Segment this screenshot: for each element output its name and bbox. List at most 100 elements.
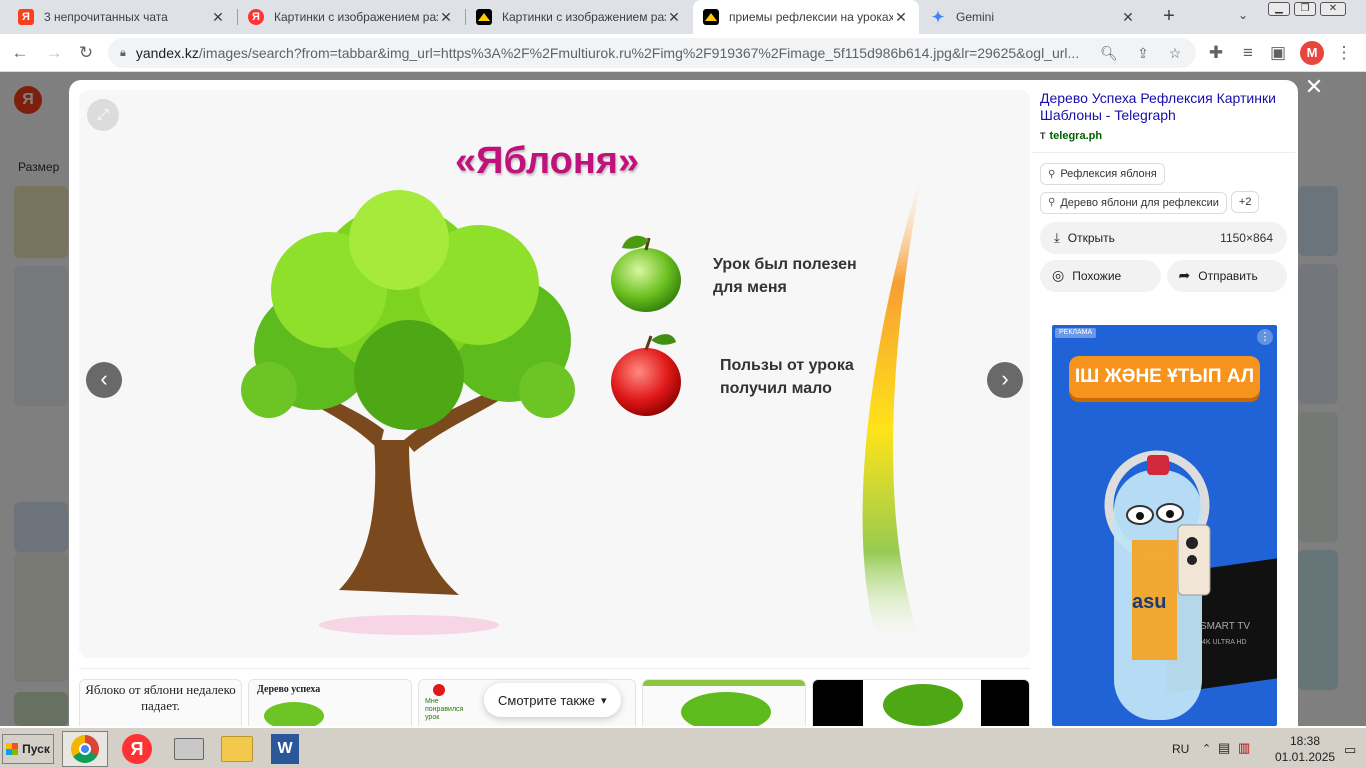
see-also-label: Смотрите также — [498, 692, 596, 708]
slide-title: «Яблоня» — [455, 140, 640, 182]
source-domain[interactable]: Ttelegra.ph — [1040, 130, 1287, 142]
query-chip-label: Дерево яблони для рефлексии — [1060, 196, 1219, 209]
close-window-button[interactable]: ✕ — [1320, 2, 1346, 16]
source-domain-label: telegra.ph — [1049, 130, 1103, 142]
clipboard-icon[interactable]: ▤ — [1218, 740, 1230, 756]
images-icon — [703, 9, 719, 25]
shadow-shape — [319, 615, 499, 635]
site-info-icon[interactable]: 🔒︎ — [120, 47, 126, 60]
close-tab-icon[interactable]: ✕ — [1120, 9, 1136, 26]
tree-thumbnail-shape — [883, 684, 963, 726]
thumbnail[interactable]: Дерево успеха — [248, 679, 412, 726]
share-button[interactable]: ➦ Отправить — [1166, 259, 1287, 292]
open-label: Открыть — [1067, 230, 1115, 245]
taskbar-yandex[interactable]: Я — [114, 731, 160, 767]
taskbar-chrome[interactable] — [62, 731, 108, 767]
chrome-icon — [71, 735, 99, 763]
telegraph-icon: T — [1040, 131, 1046, 141]
gemini-icon: ✦ — [931, 9, 945, 26]
more-chips-button[interactable]: +2 — [1230, 191, 1260, 213]
tab-yandex-images-2[interactable]: Картинки с изображением разл ✕ — [466, 0, 692, 34]
tab-reflection-active[interactable]: приемы рефлексии на уроках в ✕ — [693, 0, 919, 34]
similar-label: Похожие — [1072, 268, 1122, 283]
tab-title: Картинки с изображением разл — [502, 10, 666, 24]
previous-image-button[interactable]: ‹ — [86, 362, 122, 398]
close-viewer-button[interactable]: ✕ — [1303, 76, 1325, 98]
see-also-button[interactable]: Смотрите также ▾ — [484, 683, 621, 717]
clock-time[interactable]: 18:38 — [1290, 734, 1320, 748]
restore-window-button[interactable]: ❐ — [1294, 2, 1316, 16]
new-tab-button[interactable]: + — [1158, 5, 1180, 27]
tray-expand-icon[interactable]: ⌃ — [1202, 742, 1211, 755]
close-tab-icon[interactable]: ✕ — [893, 9, 909, 26]
bookmark-star-icon[interactable]: ☆ — [1164, 41, 1186, 65]
search-icon: ⚲ — [1048, 168, 1056, 180]
download-icon: ⤓ — [1054, 229, 1060, 245]
tab-gemini[interactable]: ✦ Gemini ✕ — [920, 0, 1146, 34]
close-tab-icon[interactable]: ✕ — [438, 9, 454, 26]
close-tab-icon[interactable]: ✕ — [666, 9, 682, 26]
image-info-panel: Дерево Успеха Рефлексия Картинки Шаблоны… — [1032, 90, 1295, 292]
system-tray: RU ⌃ ▤ ▥ 18:38 01.01.2025 ▭ — [1166, 732, 1364, 766]
yandex-browser-icon: Я — [122, 734, 152, 764]
show-desktop-icon[interactable]: ▭ — [1344, 742, 1356, 758]
network-icon[interactable]: ▥ — [1238, 740, 1250, 756]
search-lens-icon[interactable]: 🔍︎ — [1098, 41, 1120, 65]
image-viewer-modal: «Яблоня» Урок был полезен для меня Польз… — [69, 80, 1298, 726]
chevron-down-icon: ▾ — [601, 694, 607, 707]
camera-search-icon: ◎ — [1052, 267, 1065, 283]
query-chip[interactable]: ⚲ Рефлексия яблоня — [1040, 163, 1165, 185]
image-preview: «Яблоня» Урок был полезен для меня Польз… — [79, 90, 1030, 658]
similar-images-button[interactable]: ◎ Похожие — [1040, 259, 1161, 292]
share-icon[interactable]: ⇪ — [1132, 41, 1154, 65]
yandex-messenger-icon: Я — [18, 9, 34, 25]
thumbnail-strip — [643, 680, 805, 686]
share-label: Отправить — [1198, 268, 1258, 283]
taskbar-explorer[interactable] — [214, 731, 260, 767]
thumbnail[interactable]: Яблоко от яблони недалеко падает. — [79, 679, 242, 726]
profile-avatar[interactable]: M — [1300, 41, 1324, 65]
green-apple-label: Урок был полезен для меня — [713, 256, 857, 296]
clock-date[interactable]: 01.01.2025 — [1275, 750, 1335, 764]
related-query-chips: ⚲ Рефлексия яблоня ⚲ Дерево яблони для реф… — [1040, 163, 1287, 220]
thumbnail[interactable] — [812, 679, 1030, 726]
image-size: 1150×864 — [1220, 230, 1273, 245]
word-icon: W — [271, 734, 299, 764]
start-button[interactable]: Пуск — [2, 734, 54, 764]
language-indicator[interactable]: RU — [1172, 742, 1189, 756]
thumbnail[interactable] — [642, 679, 806, 726]
tab-yandex-images-1[interactable]: Я Картинки с изображением разл ✕ — [238, 0, 464, 34]
chrome-menu-icon[interactable]: ⋮ — [1332, 41, 1356, 65]
taskbar-word[interactable]: W — [262, 731, 308, 767]
minimize-window-button[interactable]: ▁ — [1268, 2, 1290, 16]
extensions-icon[interactable]: ✚ — [1204, 41, 1228, 65]
divider — [1032, 152, 1295, 153]
fullscreen-icon[interactable]: ⤢ — [87, 99, 119, 131]
tab-messenger[interactable]: Я 3 непрочитанных чата ✕ — [8, 0, 236, 34]
side-panel-icon[interactable]: ▣ — [1266, 41, 1290, 65]
open-image-button[interactable]: ⤓ Открыть 1150×864 — [1040, 221, 1287, 254]
tab-search-chevron-icon[interactable]: ⌄ — [1238, 8, 1248, 22]
ad-tv-text: SMART TV — [1200, 621, 1251, 632]
reload-button[interactable]: ↻ — [74, 41, 98, 65]
ad-artwork — [1104, 450, 1277, 720]
tab-title: Gemini — [956, 10, 995, 24]
close-tab-icon[interactable]: ✕ — [210, 9, 226, 26]
next-image-button[interactable]: › — [987, 362, 1023, 398]
address-bar[interactable]: 🔒︎ yandex.kz/images/search?from=tabbar&i… — [108, 38, 1196, 68]
back-button[interactable]: ← — [8, 41, 32, 65]
thumbnail-caption: Мне понравился урок — [425, 698, 464, 721]
share-arrow-icon: ➦ — [1178, 267, 1191, 283]
advertisement-banner[interactable]: РЕКЛАМА ⋮ ІШ ЖӘНЕ ҰТЫП АЛ asu SMART TV 4… — [1052, 325, 1277, 726]
forward-button[interactable]: → — [42, 41, 66, 65]
taskbar-printer[interactable] — [166, 731, 212, 767]
windows-taskbar: Пуск Я W RU ⌃ ▤ ▥ 18:38 01.01.2025 ▭ — [0, 726, 1366, 768]
ad-brand-logo: asu — [1132, 591, 1167, 613]
images-icon — [476, 9, 492, 25]
query-chip[interactable]: ⚲ Дерево яблони для рефлексии — [1040, 191, 1227, 214]
source-page-title-link[interactable]: Дерево Успеха Рефлексия Картинки Шаблоны… — [1040, 90, 1287, 124]
url-text[interactable]: yandex.kz/images/search?from=tabbar&img_… — [136, 45, 1106, 61]
windows-logo-icon — [6, 743, 19, 755]
tab-title: Картинки с изображением разл — [274, 10, 438, 24]
media-controls-icon[interactable]: ≡ — [1236, 41, 1260, 65]
